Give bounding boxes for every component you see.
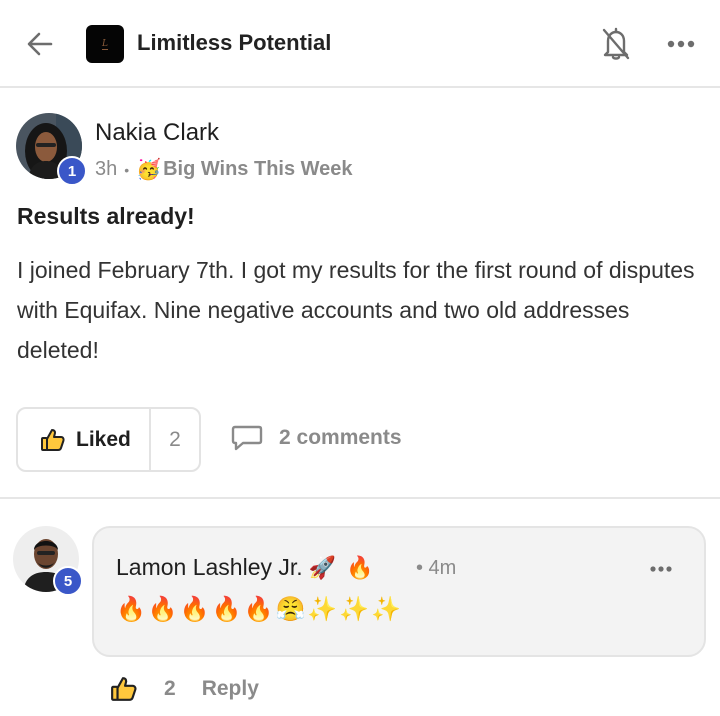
group-title[interactable]: Limitless Potential <box>137 30 331 56</box>
comment-icon <box>231 425 263 451</box>
divider <box>0 497 720 499</box>
fire-icon: 🔥 <box>147 596 180 623</box>
comment-time: • 4m <box>416 557 457 579</box>
fire-icon: 🔥 <box>211 596 244 623</box>
notifications-button[interactable] <box>600 26 632 62</box>
post-author-name[interactable]: Nakia Clark <box>95 119 219 147</box>
thumbs-up-icon[interactable] <box>110 675 138 703</box>
like-button[interactable]: Liked <box>18 409 151 470</box>
fire-icon: 🔥 <box>346 554 374 580</box>
bell-off-icon <box>602 27 630 60</box>
post-title: Results already! <box>17 203 195 229</box>
rocket-icon: 🚀 <box>308 554 337 580</box>
post-meta: 3h • 🥳 Big Wins This Week <box>95 157 353 182</box>
meta-separator: • <box>124 161 130 178</box>
post-category[interactable]: Big Wins This Week <box>163 158 352 181</box>
comments-label: 2 comments <box>279 426 402 449</box>
comment-actions: 2 Reply <box>110 675 259 703</box>
comment-author-name[interactable]: Lamon Lashley Jr. <box>116 554 303 581</box>
comments-button[interactable]: 2 comments <box>231 424 402 452</box>
post-time: 3h <box>95 158 118 180</box>
comment-like-count[interactable]: 2 <box>164 677 176 701</box>
fire-icon: 🔥 <box>116 596 148 623</box>
fire-icon: 🔥 <box>179 596 212 623</box>
member-level-badge: 1 <box>57 156 87 186</box>
fire-icon: 🔥 <box>243 596 276 623</box>
post-author-avatar-wrap[interactable]: 1 <box>16 113 87 186</box>
like-control: Liked 2 <box>16 407 201 472</box>
comment-author-line: Lamon Lashley Jr. 🚀 🔥 <box>116 554 373 581</box>
post-body: I joined February 7th. I got my results … <box>17 257 695 363</box>
like-label: Liked <box>76 427 131 451</box>
top-bar: L Limitless Potential <box>0 0 720 88</box>
back-button[interactable] <box>22 26 58 62</box>
sparkles-icon: ✨ <box>339 596 372 623</box>
more-horizontal-icon <box>650 566 672 572</box>
group-logo[interactable]: L <box>86 25 124 63</box>
thumbs-up-icon <box>41 428 65 451</box>
comment-more-button[interactable] <box>648 562 674 574</box>
face-with-steam-icon: 😤 <box>275 596 308 623</box>
reply-button[interactable]: Reply <box>202 677 259 701</box>
comment-text: 🔥 🔥 🔥 🔥 🔥 😤 ✨ ✨ ✨ <box>116 595 403 624</box>
like-count[interactable]: 2 <box>151 409 199 470</box>
comment-author-avatar-wrap[interactable]: 5 <box>13 526 83 596</box>
more-horizontal-icon <box>667 40 695 48</box>
more-options-button[interactable] <box>664 32 698 56</box>
sparkles-icon: ✨ <box>307 596 340 623</box>
sparkles-icon: ✨ <box>371 596 404 623</box>
comment-bubble: Lamon Lashley Jr. 🚀 🔥 • 4m 🔥 🔥 🔥 🔥 🔥 😤 ✨… <box>92 526 706 657</box>
arrow-left-icon <box>27 32 53 56</box>
partying-face-icon: 🥳 <box>136 159 162 181</box>
member-level-badge: 5 <box>53 566 83 596</box>
